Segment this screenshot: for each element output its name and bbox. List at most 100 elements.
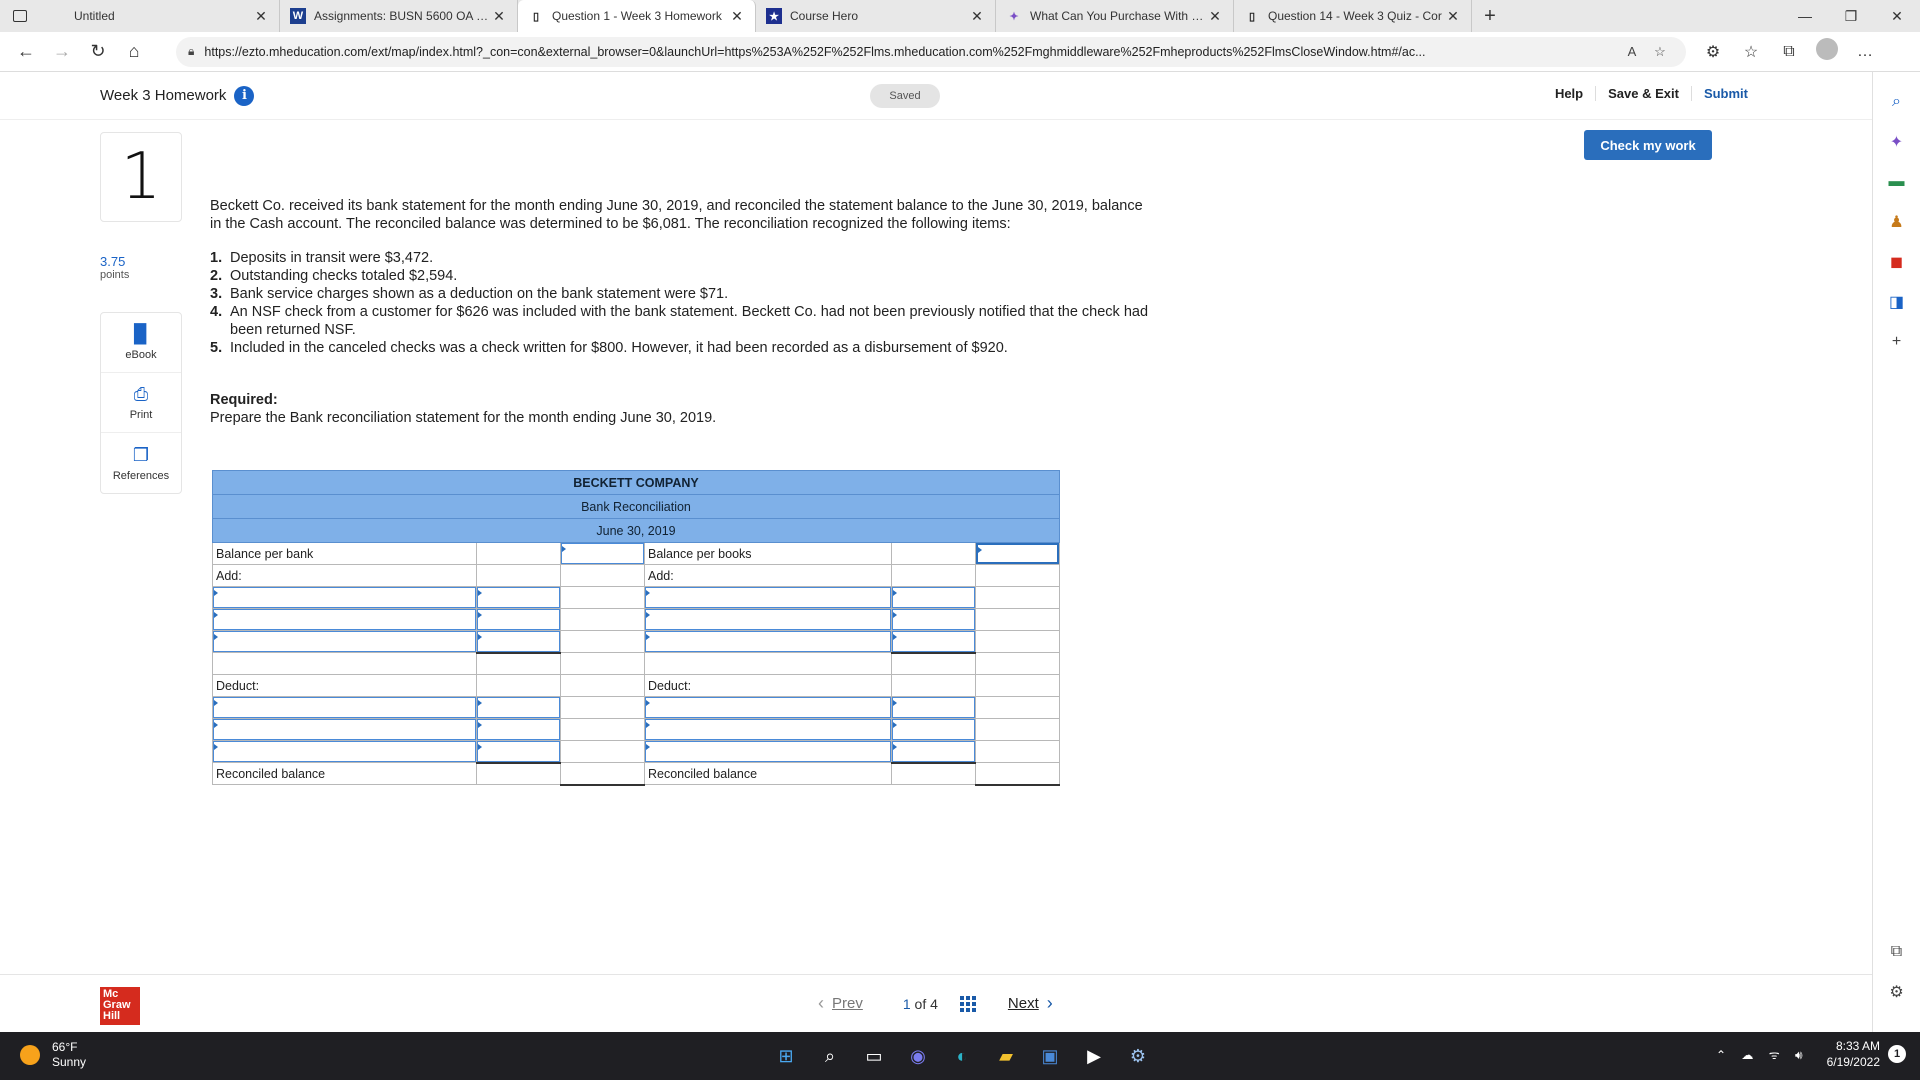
clock[interactable]: 8:33 AM 6/19/2022 bbox=[1827, 1038, 1880, 1070]
add-favorite-icon[interactable]: ☆ bbox=[1646, 44, 1674, 60]
save-exit-link[interactable]: Save & Exit bbox=[1596, 86, 1692, 101]
prev-button[interactable]: Prev bbox=[832, 995, 863, 1012]
new-tab-button[interactable]: + bbox=[1472, 0, 1508, 32]
chat-icon[interactable]: ◉ bbox=[902, 1040, 934, 1072]
tray-icons[interactable]: ⌃ ☁ ᯤ 🔊︎ bbox=[1716, 1046, 1809, 1063]
tool-label: Print bbox=[129, 409, 153, 421]
outlook-icon[interactable]: ◨ bbox=[1882, 287, 1912, 317]
tools-icon[interactable]: ▬ bbox=[1882, 167, 1912, 197]
tab-title: Course Hero bbox=[790, 9, 859, 23]
weather-widget[interactable]: 66°F Sunny bbox=[20, 1040, 86, 1070]
collections-icon[interactable]: ⧉ bbox=[1770, 43, 1808, 61]
balance-per-bank-input[interactable] bbox=[559, 542, 645, 565]
books-deduct-item-select[interactable] bbox=[643, 740, 892, 763]
media-player-icon[interactable]: ▶ bbox=[1078, 1040, 1110, 1072]
sidebar-toggle-icon[interactable]: ⧉ bbox=[1882, 937, 1912, 967]
bank-deduct-item-select[interactable] bbox=[212, 740, 477, 763]
office-icon[interactable]: ◼ bbox=[1882, 247, 1912, 277]
url-bar[interactable]: 🔒︎ https://ezto.mheducation.com/ext/map/… bbox=[176, 36, 1686, 67]
games-icon[interactable]: ♟ bbox=[1882, 207, 1912, 237]
chevron-left-icon[interactable]: ‹ bbox=[818, 993, 824, 1014]
books-deduct-item-select[interactable] bbox=[643, 696, 892, 719]
books-add-item-select[interactable] bbox=[643, 586, 892, 609]
file-explorer-icon[interactable]: ▰ bbox=[990, 1040, 1022, 1072]
forward-icon[interactable]: → bbox=[44, 36, 80, 68]
profile-avatar[interactable] bbox=[1808, 38, 1846, 65]
books-add-amount-input[interactable] bbox=[890, 586, 976, 609]
home-icon[interactable]: ⌂ bbox=[116, 36, 152, 68]
browser-tab-2[interactable]: ▯ Question 1 - Week 3 Homework ✕ bbox=[518, 0, 756, 32]
start-icon[interactable]: ⊞ bbox=[770, 1040, 802, 1072]
more-menu-icon[interactable]: … bbox=[1846, 43, 1884, 61]
close-icon[interactable]: ✕ bbox=[729, 8, 745, 25]
discover-icon[interactable]: ✦ bbox=[1882, 127, 1912, 157]
add-sidebar-app-icon[interactable]: + bbox=[1882, 327, 1912, 357]
favorites-icon[interactable]: ☆ bbox=[1732, 42, 1770, 62]
references-button[interactable]: ❐ References bbox=[101, 433, 181, 493]
task-view-icon[interactable]: ▭ bbox=[858, 1040, 890, 1072]
bank-deduct-amount-input[interactable] bbox=[475, 740, 561, 764]
window-menu-icon[interactable] bbox=[0, 0, 40, 32]
books-add-item-select[interactable] bbox=[643, 630, 892, 653]
notification-badge[interactable]: 1 bbox=[1888, 1045, 1906, 1063]
books-deduct-amount-input[interactable] bbox=[890, 718, 976, 741]
settings-icon[interactable]: ⚙ bbox=[1882, 977, 1912, 1007]
edge-icon[interactable]: ◐ bbox=[946, 1040, 978, 1072]
info-icon[interactable]: i bbox=[234, 85, 255, 106]
search-icon[interactable]: ⌕ bbox=[814, 1040, 846, 1072]
question-grid-icon[interactable] bbox=[959, 995, 976, 1012]
bank-add-item-select[interactable] bbox=[212, 608, 477, 631]
print-button[interactable]: ⎙ Print bbox=[101, 373, 181, 433]
close-icon[interactable]: ✕ bbox=[1445, 8, 1461, 25]
browser-tab-0[interactable]: Untitled ✕ bbox=[40, 0, 280, 32]
books-deduct-label: Deduct: bbox=[643, 674, 892, 697]
close-icon[interactable]: ✕ bbox=[253, 8, 269, 25]
bank-deduct-amount-input[interactable] bbox=[475, 696, 561, 719]
search-icon[interactable]: ⌕ bbox=[1882, 87, 1912, 117]
refresh-icon[interactable]: ↻ bbox=[80, 36, 116, 68]
books-deduct-item-select[interactable] bbox=[643, 718, 892, 741]
tab-title: Question 14 - Week 3 Quiz - Cor bbox=[1268, 9, 1442, 23]
check-my-work-button[interactable]: Check my work bbox=[1584, 130, 1712, 160]
books-deduct-amount-input[interactable] bbox=[890, 696, 976, 719]
restore-icon[interactable]: ❐ bbox=[1828, 0, 1874, 32]
next-button[interactable]: Next bbox=[1008, 995, 1039, 1012]
close-icon[interactable]: ✕ bbox=[491, 8, 507, 25]
bank-add-item-select[interactable] bbox=[212, 586, 477, 609]
store-icon[interactable]: ▣ bbox=[1034, 1040, 1066, 1072]
browser-tab-5[interactable]: ▯ Question 14 - Week 3 Quiz - Cor ✕ bbox=[1234, 0, 1472, 32]
books-deduct-amount-input[interactable] bbox=[890, 740, 976, 764]
settings-icon[interactable]: ⚙ bbox=[1122, 1040, 1154, 1072]
bank-add-amount-input[interactable] bbox=[475, 586, 561, 609]
read-aloud-icon[interactable]: A bbox=[1618, 44, 1646, 59]
back-icon[interactable]: ← bbox=[8, 36, 44, 68]
close-icon[interactable]: ✕ bbox=[1207, 8, 1223, 25]
bank-add-amount-input[interactable] bbox=[475, 630, 561, 654]
ebook-button[interactable]: ▉ eBook bbox=[101, 313, 181, 373]
bank-add-item-select[interactable] bbox=[212, 630, 477, 653]
books-add-item-select[interactable] bbox=[643, 608, 892, 631]
bank-deduct-amount-input[interactable] bbox=[475, 718, 561, 741]
list-item: 5. Included in the canceled checks was a … bbox=[210, 340, 1008, 356]
extensions-icon[interactable]: ⚙ bbox=[1694, 42, 1732, 62]
books-add-amount-input[interactable] bbox=[890, 608, 976, 631]
help-link[interactable]: Help bbox=[1543, 86, 1597, 101]
submit-link[interactable]: Submit bbox=[1692, 86, 1760, 101]
chevron-right-icon[interactable]: › bbox=[1047, 993, 1053, 1014]
bank-deduct-item-select[interactable] bbox=[212, 718, 477, 741]
browser-tab-3[interactable]: ★ Course Hero ✕ bbox=[756, 0, 996, 32]
bank-add-amount-input[interactable] bbox=[475, 608, 561, 631]
close-icon[interactable]: ✕ bbox=[969, 8, 985, 25]
window-controls: — ❐ ✕ bbox=[1782, 0, 1920, 32]
browser-tab-1[interactable]: W Assignments: BUSN 5600 OA SU ✕ bbox=[280, 0, 518, 32]
lock-icon[interactable]: 🔒︎ bbox=[188, 44, 194, 59]
tab-title: What Can You Purchase With HS bbox=[1030, 9, 1207, 23]
question-tools: ▉ eBook ⎙ Print ❐ References bbox=[100, 312, 182, 494]
minimize-icon[interactable]: — bbox=[1782, 0, 1828, 32]
balance-per-books-input[interactable] bbox=[974, 542, 1061, 565]
balance-per-bank-label: Balance per bank bbox=[212, 542, 477, 565]
bank-deduct-item-select[interactable] bbox=[212, 696, 477, 719]
books-add-amount-input[interactable] bbox=[890, 630, 976, 654]
browser-tab-4[interactable]: ✦ What Can You Purchase With HS ✕ bbox=[996, 0, 1234, 32]
close-window-icon[interactable]: ✕ bbox=[1874, 0, 1920, 32]
